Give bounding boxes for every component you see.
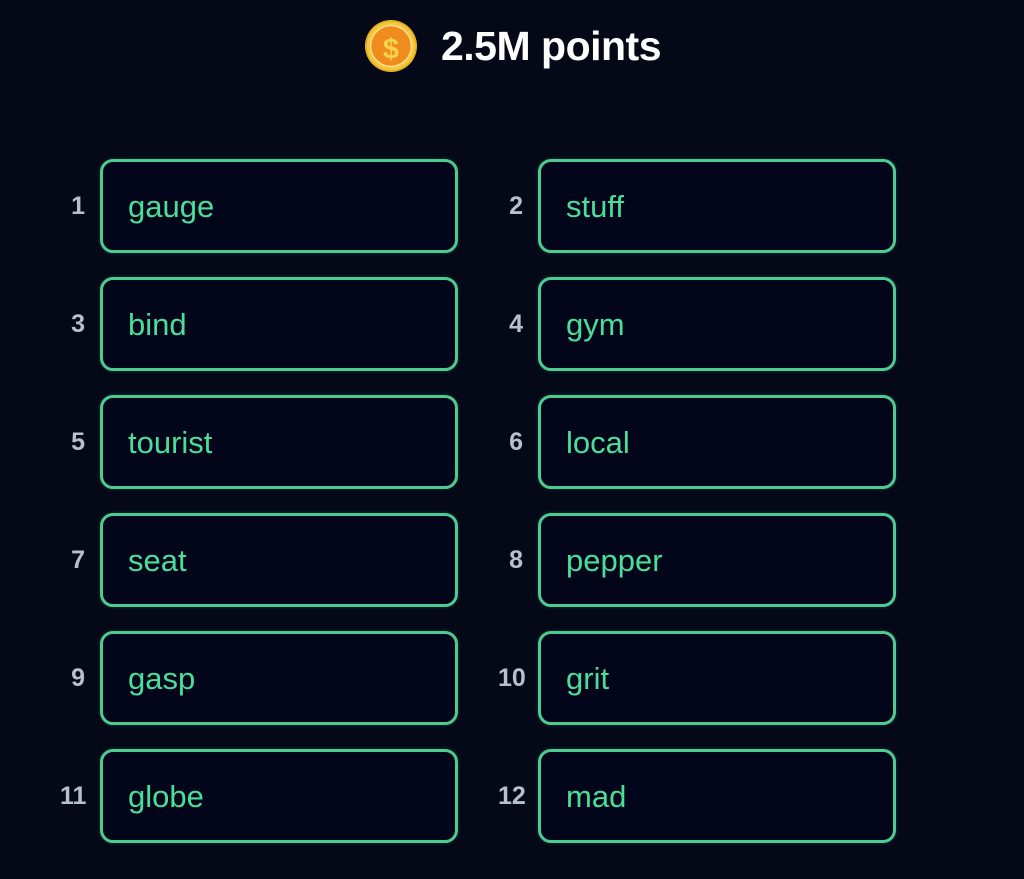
word-row: 8 pepper (473, 511, 946, 609)
word-index: 9 (71, 663, 85, 692)
word-box[interactable]: mad (538, 749, 896, 843)
word-index: 2 (509, 191, 523, 220)
word-row: 2 stuff (473, 157, 946, 255)
word-text: bind (128, 306, 187, 342)
word-text: gasp (128, 660, 196, 696)
word-text: grit (566, 660, 610, 696)
word-index: 6 (509, 427, 523, 456)
word-box[interactable]: gauge (100, 159, 458, 253)
word-box[interactable]: grit (538, 631, 896, 725)
word-index: 4 (509, 309, 523, 338)
word-index: 10 (498, 663, 526, 692)
word-box[interactable]: globe (100, 749, 458, 843)
svg-text:$: $ (383, 34, 399, 66)
word-row: 12 mad (473, 747, 946, 845)
word-list-screen: $ 2.5M points 1 gauge 2 stuff 3 bind 4 g (0, 0, 1024, 879)
word-row: 4 gym (473, 275, 946, 373)
word-text: stuff (566, 188, 625, 224)
word-text: tourist (128, 424, 213, 460)
word-index: 3 (71, 309, 85, 338)
word-box[interactable]: tourist (100, 395, 458, 489)
gold-coin-dollar-icon: $ (364, 20, 417, 72)
word-box[interactable]: gym (538, 277, 896, 371)
word-row: 10 grit (473, 629, 946, 727)
word-row: 11 globe (0, 747, 473, 845)
word-text: gauge (128, 188, 215, 224)
word-index: 11 (60, 781, 87, 810)
word-text: seat (128, 542, 187, 578)
word-text: local (566, 424, 630, 460)
word-box[interactable]: stuff (538, 159, 896, 253)
word-text: globe (128, 778, 204, 814)
word-index: 7 (71, 545, 85, 574)
word-index: 8 (509, 545, 523, 574)
word-text: pepper (566, 542, 663, 578)
word-box[interactable]: seat (100, 513, 458, 607)
word-index: 1 (71, 191, 85, 220)
word-index: 5 (71, 427, 85, 456)
word-index: 12 (498, 781, 526, 810)
word-row: 3 bind (0, 275, 473, 373)
points-label: 2.5M points (440, 22, 662, 69)
word-row: 7 seat (0, 511, 473, 609)
word-box[interactable]: bind (100, 277, 458, 371)
word-row: 6 local (473, 393, 946, 491)
word-grid: 1 gauge 2 stuff 3 bind 4 gym 5 tourist 6… (0, 157, 1024, 845)
word-row: 1 gauge (0, 157, 473, 255)
word-text: gym (566, 306, 625, 342)
word-text: mad (566, 778, 627, 814)
word-row: 9 gasp (0, 629, 473, 727)
points-header: $ 2.5M points (0, 0, 1024, 92)
word-row: 5 tourist (0, 393, 473, 491)
word-box[interactable]: gasp (100, 631, 458, 725)
word-box[interactable]: pepper (538, 513, 896, 607)
word-box[interactable]: local (538, 395, 896, 489)
